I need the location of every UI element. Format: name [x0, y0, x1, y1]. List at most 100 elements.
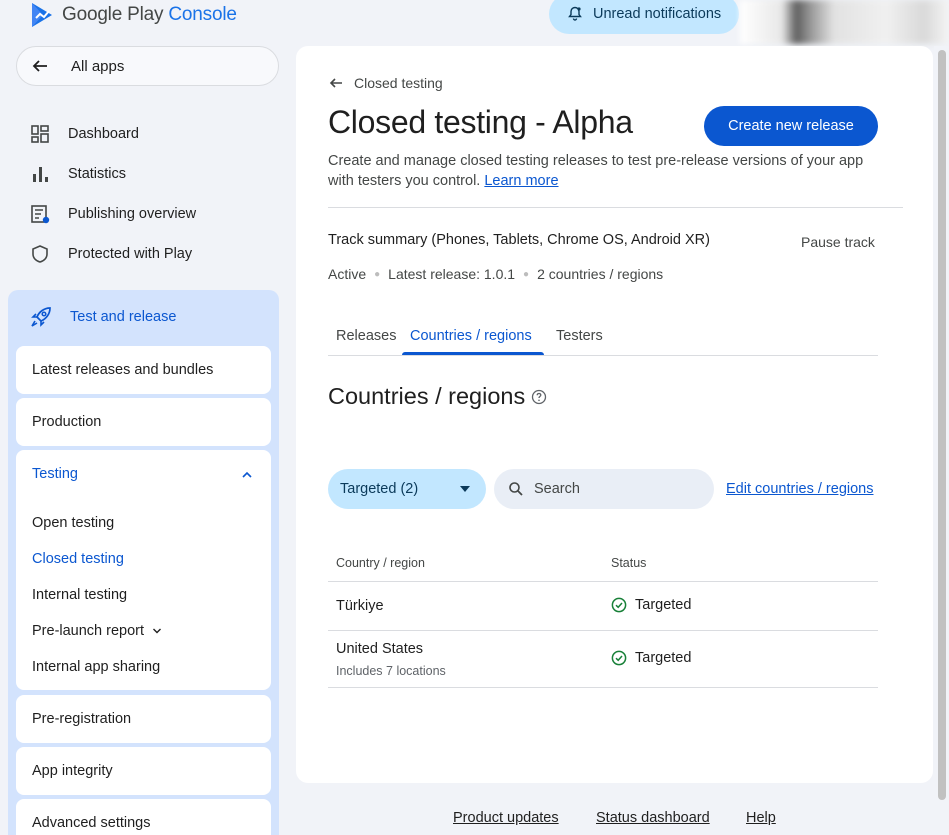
search-field[interactable]: [494, 469, 714, 509]
column-header-country[interactable]: Country / region: [336, 556, 425, 570]
tab-countries-regions[interactable]: Countries / regions: [410, 328, 532, 344]
sidebar-item-production[interactable]: Production: [16, 398, 271, 446]
sidebar-item-label: Latest releases and bundles: [32, 362, 214, 378]
bar-chart-icon: [33, 167, 48, 182]
sidebar-item-label: Protected with Play: [68, 246, 193, 262]
breadcrumb-label: Closed testing: [354, 75, 443, 91]
sidebar-item-publishing-overview[interactable]: Publishing overview: [30, 204, 196, 224]
sidebar-item-statistics[interactable]: Statistics: [30, 164, 126, 184]
sidebar-item-dashboard[interactable]: Dashboard: [30, 124, 139, 144]
tab-testers[interactable]: Testers: [556, 328, 603, 344]
status-label: Targeted: [635, 597, 692, 613]
publishing-icon: [31, 205, 50, 224]
sidebar-item-pre-launch-report[interactable]: Pre-launch report: [32, 623, 162, 639]
sidebar-item-label: Pre-registration: [32, 711, 132, 727]
test-and-release-label: Test and release: [70, 309, 177, 325]
page-description: Create and manage closed testing release…: [328, 151, 868, 191]
arrow-back-icon: [329, 78, 342, 88]
row-divider: [328, 581, 878, 582]
track-status: Active: [328, 266, 367, 282]
sidebar-item-test-and-release[interactable]: Test and release: [30, 306, 176, 328]
status-label: Targeted: [635, 650, 692, 666]
sidebar-item-pre-registration[interactable]: Pre-registration: [16, 695, 271, 743]
country-name: Türkiye: [336, 598, 384, 614]
description-text: Create and manage closed testing release…: [328, 153, 864, 189]
all-apps-label: All apps: [71, 57, 125, 75]
footer-status-dashboard-link[interactable]: Status dashboard: [596, 810, 710, 826]
sidebar-item-open-testing[interactable]: Open testing: [32, 515, 114, 531]
targeted-filter-dropdown[interactable]: Targeted (2): [328, 469, 486, 509]
sidebar-item-protected-with-play[interactable]: Protected with Play: [30, 244, 192, 264]
sidebar-item-closed-testing[interactable]: Closed testing: [32, 551, 124, 567]
status-cell: Targeted: [611, 597, 691, 613]
all-apps-button[interactable]: All apps: [16, 46, 279, 86]
row-divider: [328, 630, 878, 631]
divider: [328, 207, 903, 208]
play-console-logo[interactable]: Google Play Console: [30, 2, 237, 28]
create-new-release-button[interactable]: Create new release: [704, 106, 878, 146]
sidebar-item-label: Dashboard: [68, 126, 139, 142]
edit-countries-regions-link[interactable]: Edit countries / regions: [726, 481, 874, 497]
sidebar-item-internal-app-sharing[interactable]: Internal app sharing: [32, 659, 160, 675]
sidebar-item-label: Internal testing: [32, 587, 128, 603]
country-sublabel: Includes 7 locations: [336, 664, 446, 678]
search-icon: [509, 482, 523, 496]
sidebar-item-internal-testing[interactable]: Internal testing: [32, 587, 127, 603]
sidebar-item-label: Closed testing: [32, 551, 124, 567]
logo-text: Google Play Console: [62, 4, 237, 26]
help-icon[interactable]: [531, 389, 547, 405]
check-circle-icon: [611, 650, 627, 666]
sidebar-item-app-integrity[interactable]: App integrity: [16, 747, 271, 795]
row-divider: [328, 687, 878, 688]
page-title: Closed testing - Alpha: [328, 104, 633, 140]
sidebar-item-label: Production: [32, 414, 102, 430]
sidebar-item-label: Open testing: [32, 515, 115, 531]
track-meta: Active ● Latest release: 1.0.1 ● 2 count…: [328, 266, 663, 282]
learn-more-link[interactable]: Learn more: [484, 173, 558, 189]
account-area-blurred[interactable]: [740, 0, 949, 44]
rocket-icon: [31, 307, 51, 327]
status-cell: Targeted: [611, 650, 691, 666]
sidebar-item-label: Pre-launch report: [32, 623, 145, 639]
check-circle-icon: [611, 597, 627, 613]
unread-notifications-button[interactable]: Unread notifications: [549, 0, 739, 34]
sidebar-item-label: Advanced settings: [32, 815, 151, 831]
separator-dot: ●: [374, 268, 381, 280]
arrow-back-icon: [32, 60, 47, 72]
search-input[interactable]: [534, 481, 684, 497]
chevron-up-icon[interactable]: [241, 469, 253, 481]
tab-bar: Releases Countries / regions Testers: [328, 320, 878, 356]
section-title: Countries / regions: [328, 383, 547, 410]
footer-product-updates-link[interactable]: Product updates: [453, 810, 559, 826]
logo-text-plain: Google Play: [62, 4, 169, 25]
column-header-status[interactable]: Status: [611, 556, 646, 570]
track-summary-heading: Track summary (Phones, Tablets, Chrome O…: [328, 232, 710, 248]
separator-dot: ●: [523, 268, 530, 280]
countries-count: 2 countries / regions: [537, 266, 664, 282]
notifications-label: Unread notifications: [593, 6, 722, 22]
dropdown-caret-icon: [460, 486, 470, 492]
active-tab-indicator: [402, 352, 544, 355]
sidebar-item-label: App integrity: [32, 763, 113, 779]
tab-releases[interactable]: Releases: [336, 328, 396, 344]
sidebar-item-label: Statistics: [68, 166, 127, 182]
play-console-logo-icon: [32, 3, 52, 27]
logo-text-accent: Console: [168, 4, 237, 25]
sidebar-item-latest-releases[interactable]: Latest releases and bundles: [16, 346, 271, 394]
notification-bell-icon: [568, 6, 582, 21]
shield-icon: [32, 245, 48, 263]
sidebar-item-label: Publishing overview: [68, 206, 197, 222]
sidebar-item-label: Internal app sharing: [32, 659, 161, 675]
sidebar-item-testing[interactable]: Testing: [32, 466, 78, 482]
pause-track-button[interactable]: Pause track: [801, 234, 875, 250]
scrollbar-thumb[interactable]: [938, 50, 946, 800]
sidebar-testing-group: Testing: [16, 450, 271, 690]
sidebar-item-advanced-settings[interactable]: Advanced settings: [16, 799, 271, 835]
country-name: United States: [336, 641, 424, 657]
footer-help-link[interactable]: Help: [746, 810, 776, 826]
chevron-down-icon: [153, 628, 162, 634]
breadcrumb[interactable]: Closed testing: [328, 75, 443, 91]
latest-release: Latest release: 1.0.1: [388, 266, 516, 282]
filter-label: Targeted (2): [340, 481, 419, 497]
section-title-text: Countries / regions: [328, 383, 526, 409]
